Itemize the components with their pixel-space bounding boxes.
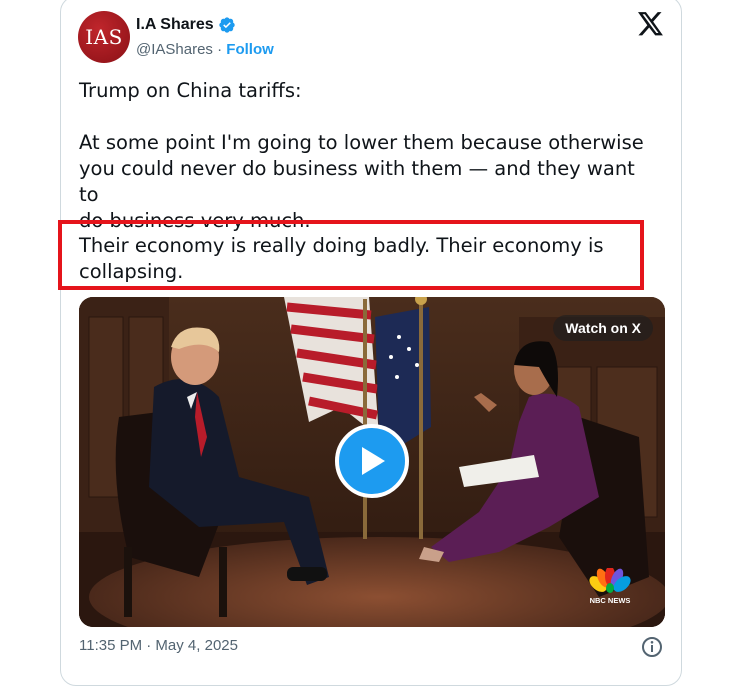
follow-button[interactable]: Follow xyxy=(226,41,274,58)
info-icon[interactable] xyxy=(641,636,663,658)
highlight-box xyxy=(58,220,644,290)
handle-separator: · xyxy=(217,41,223,58)
author-name[interactable]: I.A Shares xyxy=(136,16,214,34)
nbc-news-logo: NBC NEWS xyxy=(585,566,635,605)
tweet-text-paragraph: At some point I'm going to lower them be… xyxy=(79,131,644,232)
tweet-timestamp[interactable]: 11:35 PM · May 4, 2025 xyxy=(79,637,238,654)
play-button[interactable] xyxy=(335,424,409,498)
author-handle[interactable]: @IAShares xyxy=(136,41,213,58)
tweet-text-line1: Trump on China tariffs: xyxy=(79,79,302,102)
avatar-text: IAS xyxy=(85,25,123,49)
watch-on-x-badge[interactable]: Watch on X xyxy=(553,315,653,341)
video-player[interactable]: Watch on X NBC NEWS xyxy=(79,297,665,627)
nbc-news-label: NBC NEWS xyxy=(589,596,631,605)
author-name-row[interactable]: I.A Shares xyxy=(136,16,236,34)
play-icon xyxy=(362,447,385,475)
verified-badge-icon xyxy=(218,17,235,33)
x-logo-icon[interactable] xyxy=(638,12,664,36)
handle-row: @IAShares · Follow xyxy=(136,41,274,58)
avatar[interactable]: IAS xyxy=(78,11,130,63)
nbc-peacock-icon xyxy=(589,566,631,593)
